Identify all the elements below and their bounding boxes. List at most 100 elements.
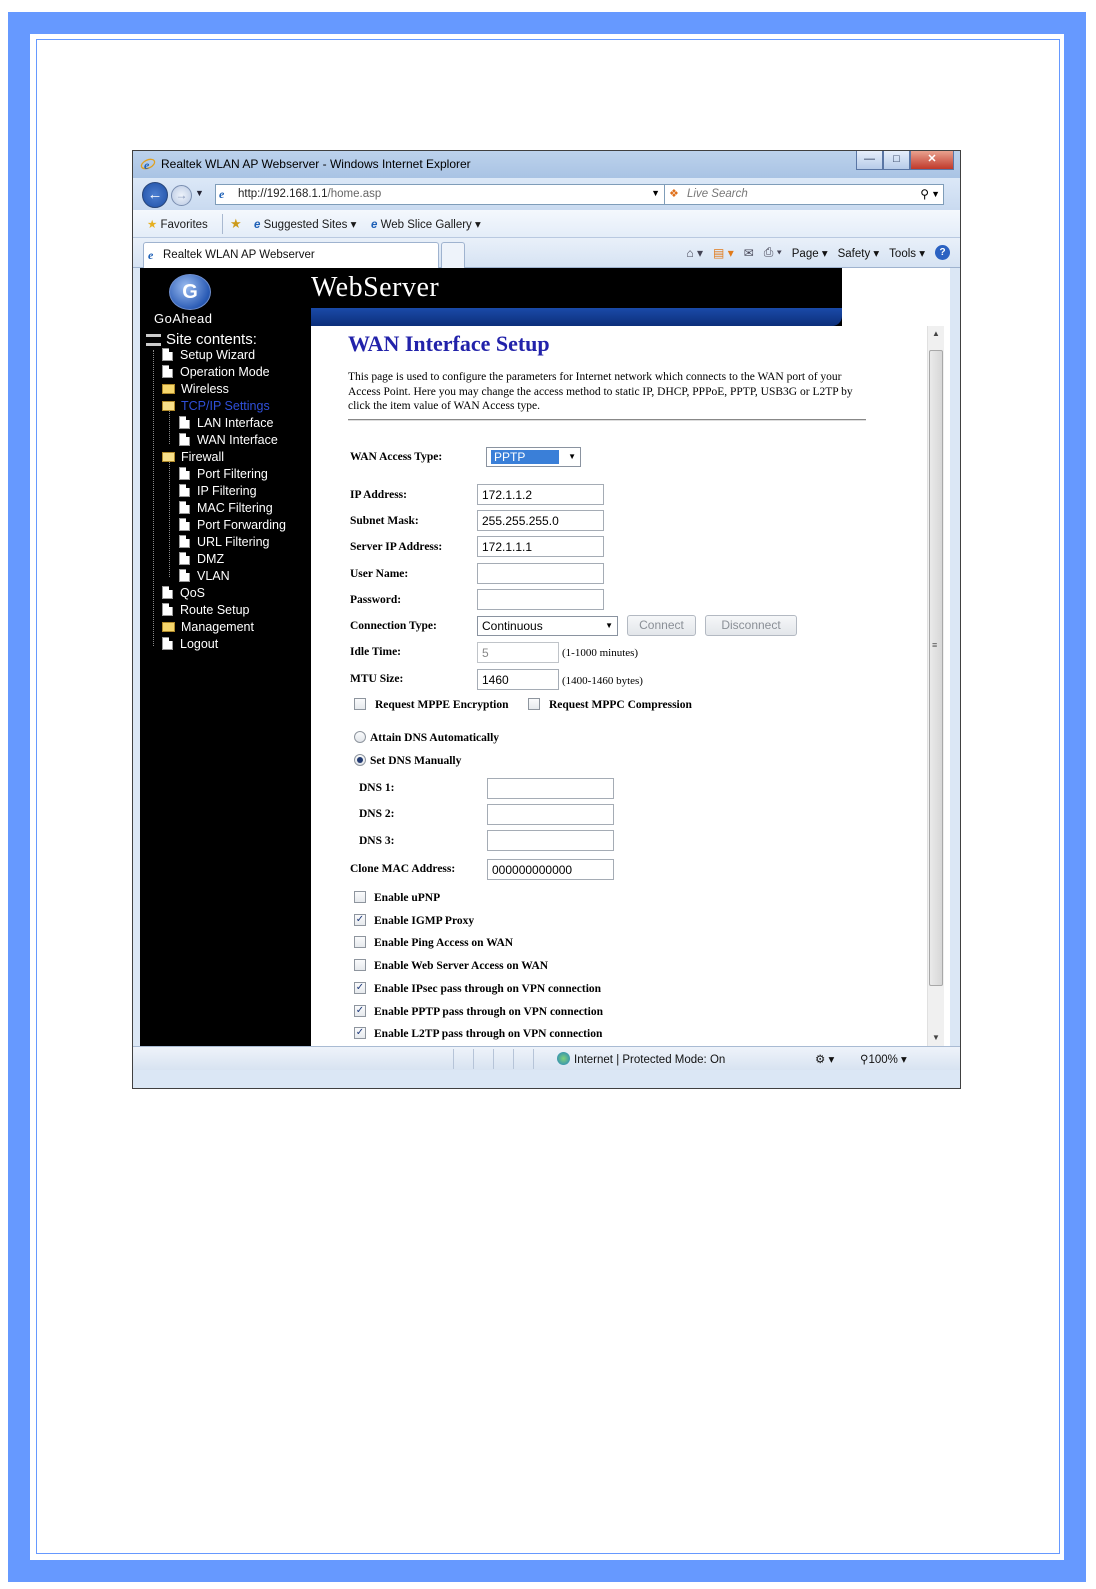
main-content: WAN Interface Setup This page is used to… bbox=[311, 326, 927, 1046]
clone-mac-input[interactable]: 000000000000 bbox=[487, 859, 614, 880]
sidebar-item-dmz[interactable]: DMZ bbox=[179, 552, 224, 569]
option-label: Enable L2TP pass through on VPN connecti… bbox=[374, 1028, 603, 1040]
sidebar-item-setup-wizard[interactable]: Setup Wizard bbox=[162, 348, 255, 365]
dns-auto-radio[interactable] bbox=[354, 731, 366, 743]
forward-button[interactable]: → bbox=[171, 185, 192, 206]
option-checkbox[interactable]: ✓ bbox=[354, 1005, 366, 1017]
suggested-sites-button[interactable]: e Suggested Sites ▾ bbox=[254, 217, 356, 231]
address-input[interactable]: e http://192.168.1.1/home.asp ▼ ▦ ↻ ✕ bbox=[215, 184, 723, 205]
document-icon bbox=[162, 586, 173, 599]
dns-manual-radio[interactable] bbox=[354, 754, 366, 766]
document-icon bbox=[179, 535, 190, 548]
safety-menu[interactable]: Safety ▾ bbox=[838, 246, 880, 260]
option-label: Enable IGMP Proxy bbox=[374, 915, 475, 927]
new-tab-button[interactable] bbox=[441, 242, 465, 268]
vertical-scrollbar[interactable]: ▲ ≡ ▼ bbox=[927, 326, 944, 1046]
connection-type-select[interactable]: Continuous ▼ bbox=[477, 616, 618, 636]
status-divider bbox=[493, 1049, 494, 1069]
address-dropdown-icon[interactable]: ▼ bbox=[651, 188, 660, 198]
home-icon[interactable]: ⌂ ▾ bbox=[686, 246, 703, 260]
dns1-input[interactable] bbox=[487, 778, 614, 799]
option-checkbox[interactable] bbox=[354, 959, 366, 971]
sidebar-item-management[interactable]: Management bbox=[162, 620, 254, 637]
add-favorite-icon[interactable]: ★ bbox=[230, 216, 242, 232]
option-checkbox[interactable] bbox=[354, 891, 366, 903]
zoom-level[interactable]: ⚲100% ▾ bbox=[860, 1052, 907, 1066]
mppe-label: Request MPPE Encryption bbox=[375, 699, 509, 711]
connect-button[interactable]: Connect bbox=[627, 615, 696, 636]
sidebar-item-wireless[interactable]: Wireless bbox=[162, 382, 229, 399]
history-dropdown-icon[interactable]: ▼ bbox=[195, 188, 204, 198]
sidebar-item-port-forwarding[interactable]: Port Forwarding bbox=[179, 518, 286, 535]
minimize-button[interactable]: — bbox=[856, 151, 883, 170]
site-contents-sidebar: Site contents: Setup Wizard Operation Mo… bbox=[140, 326, 311, 1046]
dns3-input[interactable] bbox=[487, 830, 614, 851]
disconnect-button[interactable]: Disconnect bbox=[705, 615, 797, 636]
search-input[interactable]: ❖ Live Search ⚲ ▼ bbox=[664, 184, 944, 205]
search-dropdown-icon[interactable]: ▼ bbox=[931, 189, 940, 199]
server-ip-input[interactable]: 172.1.1.1 bbox=[477, 536, 604, 557]
mtu-size-input[interactable]: 1460 bbox=[477, 669, 559, 690]
sidebar-item-firewall[interactable]: Firewall bbox=[162, 450, 224, 467]
option-checkbox[interactable] bbox=[354, 936, 366, 948]
star-icon: ★ bbox=[147, 219, 158, 231]
page-icon: e bbox=[219, 187, 225, 201]
mail-icon[interactable]: ✉ bbox=[744, 246, 754, 260]
subnet-mask-input[interactable]: 255.255.255.0 bbox=[477, 510, 604, 531]
folder-open-icon bbox=[162, 401, 175, 411]
logo-text: GoAhead bbox=[154, 311, 213, 326]
folder-open-icon bbox=[162, 452, 175, 462]
document-icon bbox=[179, 484, 190, 497]
back-button[interactable]: ← bbox=[142, 182, 168, 208]
help-icon[interactable]: ? bbox=[935, 245, 950, 260]
sidebar-item-operation-mode[interactable]: Operation Mode bbox=[162, 365, 270, 382]
ip-address-label: IP Address: bbox=[350, 489, 407, 501]
web-slice-gallery-button[interactable]: e Web Slice Gallery ▾ bbox=[371, 217, 481, 231]
favorites-button[interactable]: ★ Favorites bbox=[147, 217, 208, 231]
sidebar-item-vlan[interactable]: VLAN bbox=[179, 569, 230, 586]
sidebar-item-mac-filtering[interactable]: MAC Filtering bbox=[179, 501, 273, 518]
scroll-down-icon[interactable]: ▼ bbox=[928, 1030, 944, 1046]
globe-icon bbox=[557, 1052, 570, 1065]
sidebar-item-lan-interface[interactable]: LAN Interface bbox=[179, 416, 273, 433]
idle-time-input[interactable]: 5 bbox=[477, 642, 559, 663]
option-checkbox[interactable]: ✓ bbox=[354, 914, 366, 926]
tools-menu[interactable]: Tools ▾ bbox=[889, 246, 925, 260]
search-icon[interactable]: ⚲ bbox=[920, 187, 929, 201]
password-input[interactable] bbox=[477, 589, 604, 610]
ip-address-input[interactable]: 172.1.1.2 bbox=[477, 484, 604, 505]
mppe-checkbox[interactable] bbox=[354, 698, 366, 710]
close-window-button[interactable]: ✕ bbox=[910, 151, 954, 170]
option-checkbox[interactable]: ✓ bbox=[354, 1027, 366, 1039]
option-checkbox[interactable]: ✓ bbox=[354, 982, 366, 994]
tab-realtek[interactable]: e Realtek WLAN AP Webserver bbox=[143, 242, 439, 268]
sidebar-item-logout[interactable]: Logout bbox=[162, 637, 218, 654]
security-zone[interactable]: Internet | Protected Mode: On bbox=[557, 1052, 725, 1066]
feeds-icon[interactable]: ▤ ▾ bbox=[713, 246, 734, 260]
dns2-input[interactable] bbox=[487, 804, 614, 825]
search-placeholder: Live Search bbox=[687, 188, 748, 200]
protected-mode-icon[interactable]: ⚙ ▾ bbox=[815, 1052, 834, 1066]
sidebar-item-route-setup[interactable]: Route Setup bbox=[162, 603, 250, 620]
sidebar-item-url-filtering[interactable]: URL Filtering bbox=[179, 535, 269, 552]
maximize-button[interactable]: □ bbox=[883, 151, 910, 170]
clone-mac-label: Clone MAC Address: bbox=[350, 863, 456, 875]
user-name-input[interactable] bbox=[477, 563, 604, 584]
scrollbar-thumb[interactable] bbox=[929, 350, 943, 986]
document-icon bbox=[179, 433, 190, 446]
sidebar-item-ip-filtering[interactable]: IP Filtering bbox=[179, 484, 257, 501]
dns-manual-label: Set DNS Manually bbox=[370, 755, 462, 767]
status-divider bbox=[533, 1049, 534, 1069]
scroll-up-icon[interactable]: ▲ bbox=[928, 326, 944, 342]
dns-auto-label: Attain DNS Automatically bbox=[370, 732, 500, 744]
mppc-checkbox[interactable] bbox=[528, 698, 540, 710]
page-menu[interactable]: Page ▾ bbox=[792, 246, 828, 260]
sidebar-item-wan-interface[interactable]: WAN Interface bbox=[179, 433, 278, 450]
chevron-down-icon: ▼ bbox=[605, 621, 613, 630]
print-icon[interactable]: ⎙ ▾ bbox=[764, 245, 782, 260]
folder-icon bbox=[162, 622, 175, 632]
sidebar-item-qos[interactable]: QoS bbox=[162, 586, 205, 603]
wan-access-type-select[interactable]: PPTP ▼ bbox=[486, 447, 581, 467]
sidebar-item-port-filtering[interactable]: Port Filtering bbox=[179, 467, 268, 484]
sidebar-item-tcpip-settings[interactable]: TCP/IP Settings bbox=[162, 399, 270, 416]
